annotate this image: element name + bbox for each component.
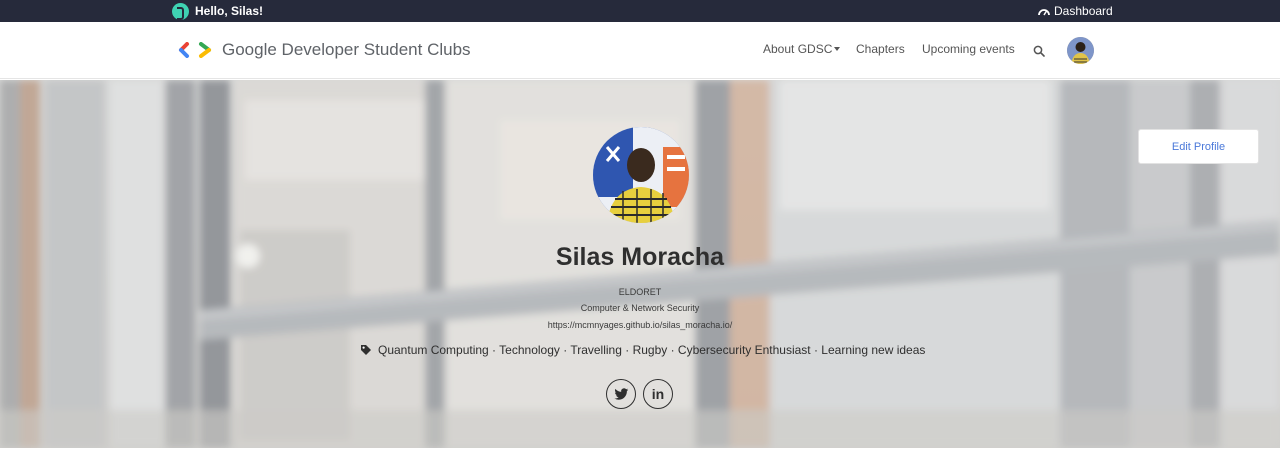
linkedin-glyph: in (651, 386, 665, 402)
brand-logo[interactable]: Google Developer Student Clubs (178, 38, 471, 62)
edit-profile-button[interactable]: Edit Profile (1138, 129, 1259, 164)
dashboard-label: Dashboard (1054, 4, 1113, 18)
user-avatar[interactable] (1067, 37, 1094, 64)
profile-website-link[interactable]: https://mcmnyages.github.io/silas_morach… (440, 320, 840, 330)
gdsc-logo-icon (179, 42, 211, 58)
profile-hero: Edit Profile Silas Moracha ELDORET Compu… (0, 80, 1280, 448)
top-bar: Hello, Silas! Dashboard (0, 0, 1280, 22)
profile-interests: Quantum Computing · Technology · Travell… (360, 342, 925, 358)
greeting: Hello, Silas! (172, 2, 263, 20)
dashboard-icon (1038, 9, 1050, 16)
twitter-icon[interactable] (606, 379, 636, 409)
profile-photo (593, 127, 689, 223)
dashboard-link[interactable]: Dashboard (1038, 2, 1113, 20)
nav-about-label: About GDSC (763, 42, 833, 56)
nav-chapters-label: Chapters (856, 42, 905, 56)
main-nav: Google Developer Student Clubs About GDS… (0, 22, 1280, 79)
gdsc-badge-icon (172, 2, 189, 20)
nav-upcoming-events[interactable]: Upcoming events (922, 42, 1015, 56)
greeting-text: Hello, Silas! (195, 4, 264, 18)
interests-text: Quantum Computing · Technology · Travell… (378, 343, 926, 357)
nav-about-gdsc[interactable]: About GDSC (763, 42, 841, 56)
nav-chapters[interactable]: Chapters (856, 42, 905, 56)
brand-name: Google Developer Student Clubs (222, 40, 471, 59)
tag-icon (361, 345, 371, 355)
profile-field: Computer & Network Security (580, 303, 700, 313)
profile-location: ELDORET (618, 287, 662, 297)
caret-down-icon (834, 46, 841, 51)
linkedin-icon[interactable]: in (643, 379, 673, 409)
nav-upcoming-label: Upcoming events (922, 42, 1015, 56)
search-icon[interactable] (1033, 44, 1045, 62)
profile-name: Silas Moracha (555, 243, 725, 271)
